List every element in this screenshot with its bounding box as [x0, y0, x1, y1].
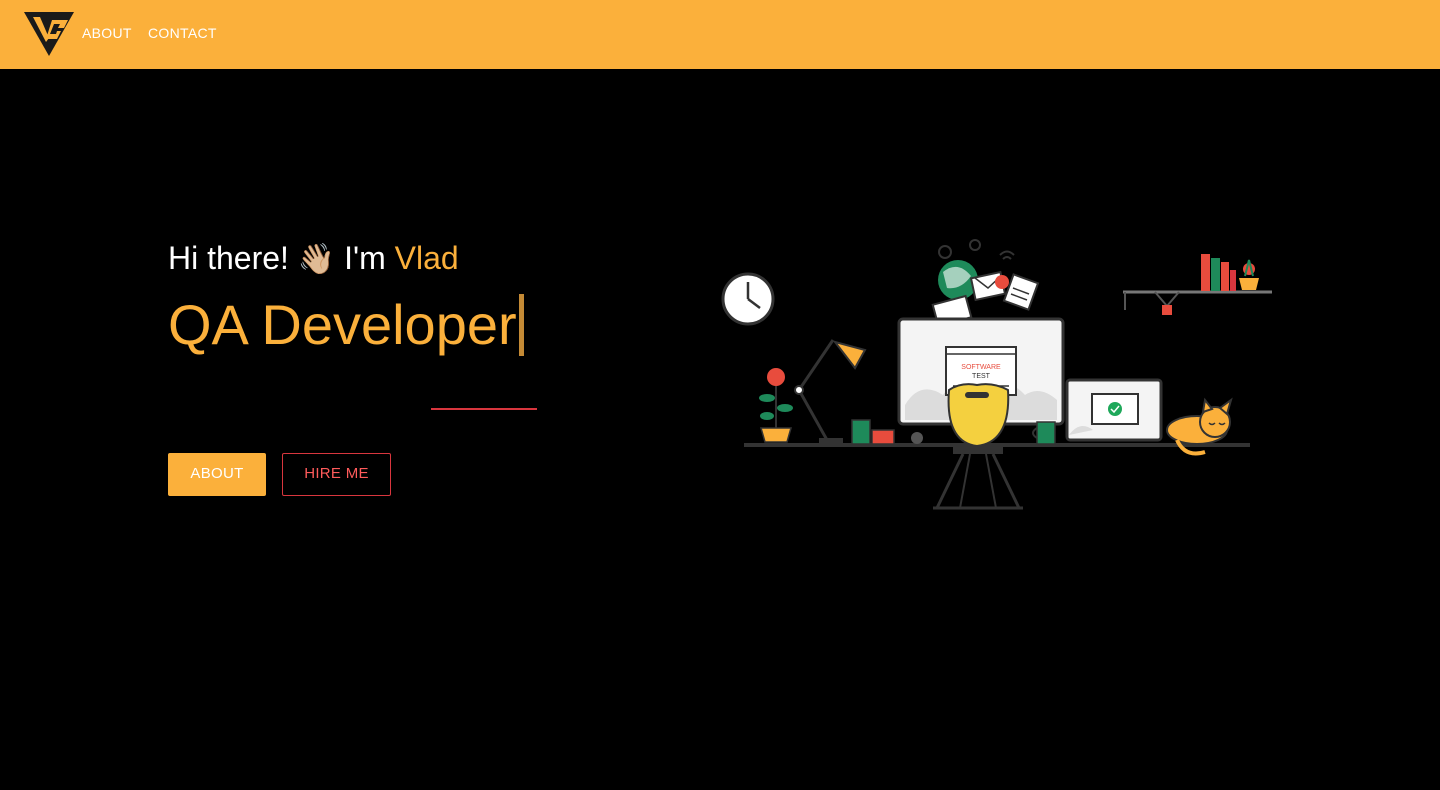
greeting-prefix: Hi there! — [168, 240, 289, 276]
clock-icon — [721, 272, 775, 326]
nav-about-link[interactable]: ABOUT — [82, 25, 132, 41]
typing-cursor — [518, 294, 524, 356]
navbar: ABOUT CONTACT — [0, 0, 1440, 69]
screen-title: SOFTWARE — [961, 364, 1001, 371]
hire-me-button[interactable]: HIRE ME — [282, 453, 391, 496]
waving-hand-icon: 👋🏼 — [297, 243, 336, 276]
screen-subtitle: TEST — [972, 373, 991, 380]
about-button[interactable]: ABOUT — [168, 453, 266, 496]
nav-contact-link[interactable]: CONTACT — [148, 25, 217, 41]
workspace-illustration: SOFTWARE TEST — [721, 239, 1272, 510]
plant-icon — [759, 368, 793, 443]
greeting-line: Hi there! 👋🏼 I'm Vlad — [168, 236, 648, 282]
logo-icon[interactable] — [24, 12, 74, 56]
hero-role: QA Developer — [168, 293, 517, 356]
shelf-icon — [1123, 254, 1272, 315]
laptop-icon — [1065, 378, 1163, 442]
accent-divider — [431, 408, 537, 410]
greeting-im: I'm — [344, 240, 386, 276]
hero-greeting: Hi there! 👋🏼 I'm Vlad — [168, 236, 648, 282]
role-line: QA Developer — [168, 290, 524, 360]
hero-name: Vlad — [394, 240, 459, 276]
